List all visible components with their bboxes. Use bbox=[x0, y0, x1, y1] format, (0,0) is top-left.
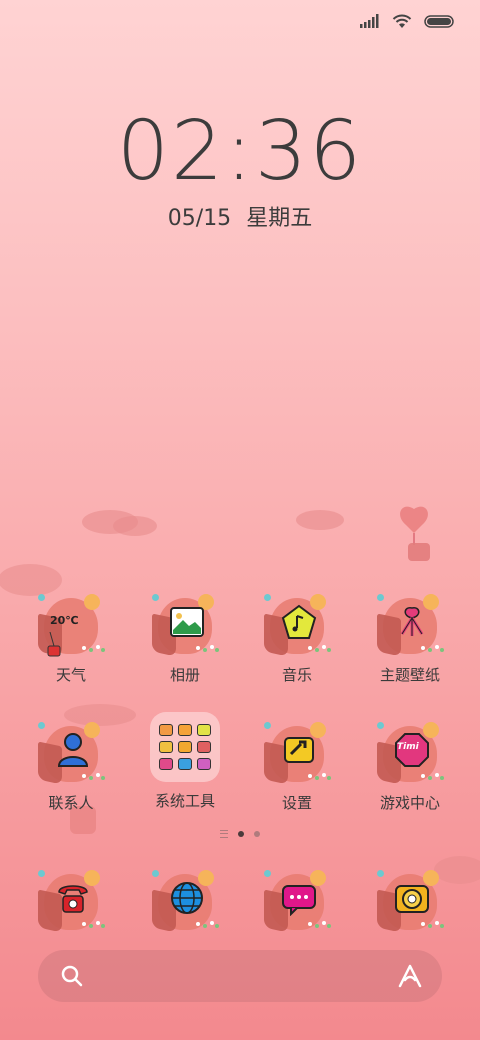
search-icon[interactable] bbox=[60, 964, 84, 988]
cloud-decoration bbox=[82, 510, 157, 536]
app-label: 天气 bbox=[55, 666, 86, 684]
cloud-decoration bbox=[296, 510, 344, 530]
app-contacts[interactable]: 联系人 bbox=[16, 722, 126, 832]
balloon-icon bbox=[47, 632, 61, 657]
theme-icon bbox=[400, 607, 424, 636]
app-gallery[interactable]: 相册 bbox=[130, 594, 240, 704]
date-text: 05/15 bbox=[167, 206, 232, 231]
app-label: 联系人 bbox=[48, 794, 94, 812]
folder-preview bbox=[150, 712, 220, 782]
gallery-icon bbox=[170, 607, 204, 637]
app-label: 音乐 bbox=[281, 666, 312, 684]
app-game-center[interactable]: Timi 游戏中心 bbox=[355, 722, 465, 832]
status-bar bbox=[360, 10, 454, 32]
folder-system-tools[interactable]: 系统工具 bbox=[130, 712, 240, 822]
balloon-icon bbox=[400, 506, 430, 561]
app-settings[interactable]: 设置 bbox=[242, 722, 352, 832]
camera-icon bbox=[395, 885, 429, 913]
menu-lines-icon bbox=[220, 830, 228, 838]
lockscreen-clock: 02:36 bbox=[116, 104, 364, 199]
settings-icon bbox=[284, 737, 314, 763]
signal-icon bbox=[360, 14, 379, 28]
app-label: 游戏中心 bbox=[379, 794, 440, 812]
app-weather[interactable]: 20℃ 天气 bbox=[16, 594, 126, 704]
battery-icon bbox=[424, 14, 454, 28]
search-bar[interactable] bbox=[38, 950, 442, 1002]
globe-icon bbox=[171, 882, 203, 914]
app-label: 设置 bbox=[281, 794, 312, 812]
assistant-icon[interactable] bbox=[396, 962, 424, 990]
date-line: 05/15 星期五 bbox=[0, 200, 480, 232]
message-icon bbox=[282, 885, 316, 916]
music-icon bbox=[281, 604, 317, 639]
wifi-icon bbox=[392, 14, 412, 28]
contact-icon bbox=[57, 733, 89, 767]
app-themes[interactable]: 主题壁纸 bbox=[355, 594, 465, 704]
page-dot-active bbox=[238, 831, 244, 837]
weather-temperature: 20℃ bbox=[50, 614, 79, 627]
page-dot bbox=[254, 831, 260, 837]
app-label: 相册 bbox=[169, 666, 200, 684]
app-label: 主题壁纸 bbox=[379, 666, 440, 684]
weekday-text: 星期五 bbox=[246, 206, 313, 231]
game-badge-text: Timi bbox=[397, 742, 419, 752]
phone-icon bbox=[58, 885, 88, 913]
page-indicator[interactable] bbox=[0, 830, 480, 838]
app-label: 系统工具 bbox=[154, 792, 215, 810]
app-music[interactable]: 音乐 bbox=[242, 594, 352, 704]
